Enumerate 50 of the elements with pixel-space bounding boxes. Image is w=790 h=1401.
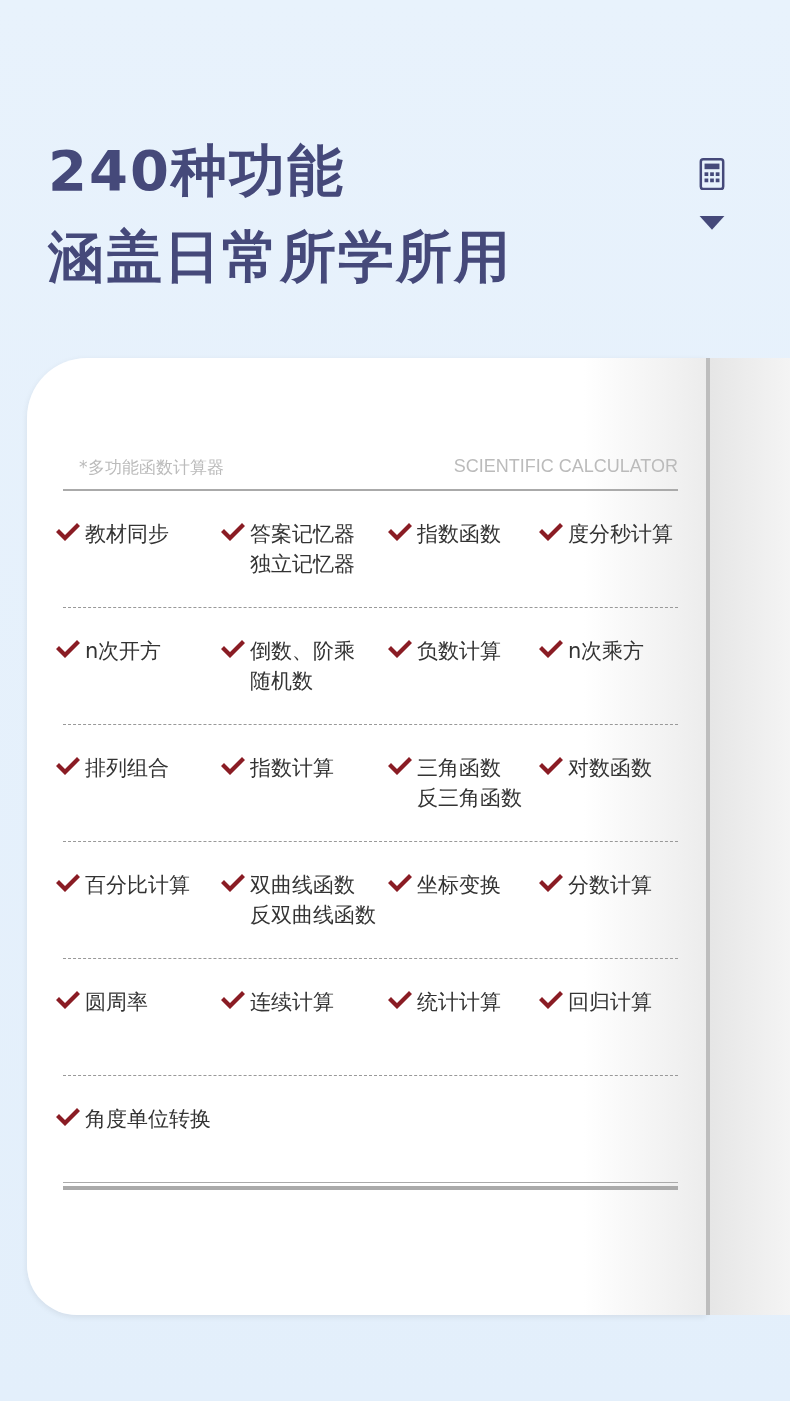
check-icon: [538, 639, 564, 659]
feature-label: 统计计算: [417, 989, 501, 1016]
feature-label: n次乘方: [568, 638, 645, 665]
feature-label: 反三角函数: [417, 785, 522, 812]
check-icon: [55, 873, 81, 893]
check-icon: [387, 990, 413, 1010]
check-icon: [55, 756, 81, 776]
check-icon: [220, 756, 246, 776]
check-icon: [387, 522, 413, 542]
feature-label: 独立记忆器: [250, 551, 355, 578]
check-icon: [538, 522, 564, 542]
feature-label: 教材同步: [85, 521, 169, 548]
check-icon: [220, 873, 246, 893]
check-icon: [55, 639, 81, 659]
check-icon: [538, 990, 564, 1010]
feature-label: 随机数: [250, 668, 314, 695]
feature-label: 连续计算: [250, 989, 334, 1016]
check-icon: [387, 756, 413, 776]
feature-label: 答案记忆器: [250, 521, 355, 548]
feature-label: 指数计算: [250, 755, 334, 782]
headline: 涵盖日常所学所用: [48, 223, 512, 291]
feature-label: 坐标变换: [417, 872, 501, 899]
check-icon: [220, 522, 246, 542]
check-icon: [538, 756, 564, 776]
subtitle: *多功能函数计算器: [79, 456, 224, 479]
feature-label: 百分比计算: [85, 872, 190, 899]
check-icon: [387, 873, 413, 893]
feature-label: 指数函数: [417, 521, 501, 548]
feature-label: 回归计算: [568, 989, 652, 1016]
check-icon: [55, 1107, 81, 1127]
feature-label: 角度单位转换: [85, 1106, 211, 1133]
check-icon: [538, 873, 564, 893]
feature-label: 反双曲线函数: [250, 902, 376, 929]
feature-label: 排列组合: [85, 755, 169, 782]
feature-label: 度分秒计算: [568, 521, 673, 548]
check-icon: [220, 639, 246, 659]
feature-label: 分数计算: [568, 872, 652, 899]
feature-label: 三角函数: [417, 755, 502, 782]
feature-label: 圆周率: [85, 989, 148, 1016]
feature-label: n次开方: [85, 638, 162, 665]
feature-label: 负数计算: [417, 638, 501, 665]
feature-label: 对数函数: [568, 755, 652, 782]
feature-label: 双曲线函数: [250, 872, 356, 899]
feature-label: 倒数、阶乘: [250, 638, 355, 665]
check-icon: [55, 990, 81, 1010]
check-icon: [387, 639, 413, 659]
subtitle-english: SCIENTIFIC CALCULATOR: [453, 456, 678, 478]
headline: 240种功能: [48, 137, 346, 205]
check-icon: [55, 522, 81, 542]
check-icon: [220, 990, 246, 1010]
